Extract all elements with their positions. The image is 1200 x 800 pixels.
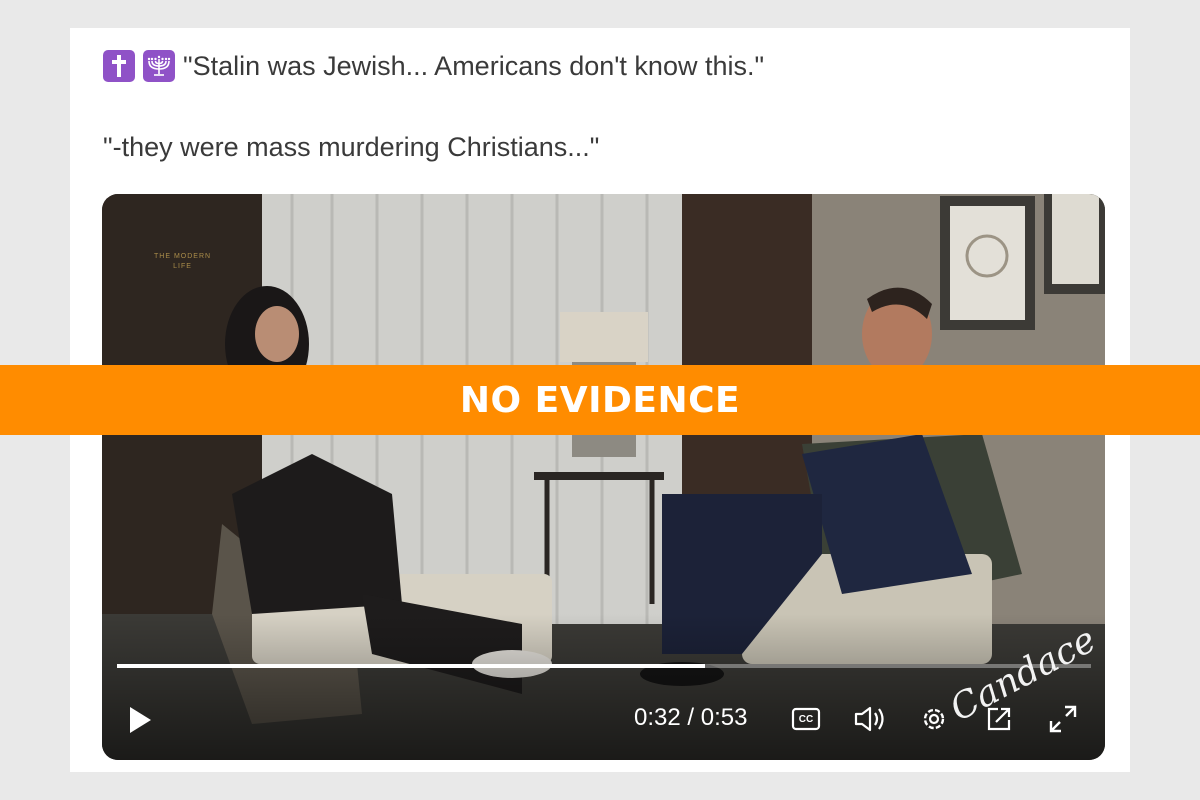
popout-icon[interactable]: [982, 702, 1016, 736]
video-player[interactable]: THE MODERN LIFE Candace 0:32 / 0:53 CC: [102, 194, 1105, 760]
fullscreen-icon[interactable]: [1046, 702, 1080, 736]
fact-check-banner: NO EVIDENCE: [0, 365, 1200, 435]
post-text-quote-1: "Stalin was Jewish... Americans don't kn…: [183, 50, 765, 81]
progress-bar-fill: [117, 664, 706, 668]
menorah-emoji-icon: [143, 50, 175, 82]
play-icon[interactable]: [122, 702, 158, 738]
captions-label: CC: [798, 713, 814, 725]
settings-icon[interactable]: [917, 702, 951, 736]
fact-check-label: NO EVIDENCE: [459, 379, 741, 421]
channel-watermark: THE MODERN LIFE: [154, 252, 211, 272]
volume-icon[interactable]: [852, 702, 888, 736]
watermark-line-2: LIFE: [173, 263, 192, 270]
latin-cross-emoji-icon: [103, 50, 135, 82]
post-line-1: "Stalin was Jewish... Americans don't kn…: [103, 46, 764, 86]
captions-icon[interactable]: CC: [790, 704, 822, 734]
time-display: 0:32 / 0:53: [634, 704, 748, 731]
video-frame: [102, 194, 1105, 760]
post-text-quote-2: "-they were mass murdering Christians...…: [103, 132, 600, 162]
progress-bar[interactable]: [117, 664, 1091, 668]
watermark-line-1: THE MODERN: [154, 253, 212, 260]
